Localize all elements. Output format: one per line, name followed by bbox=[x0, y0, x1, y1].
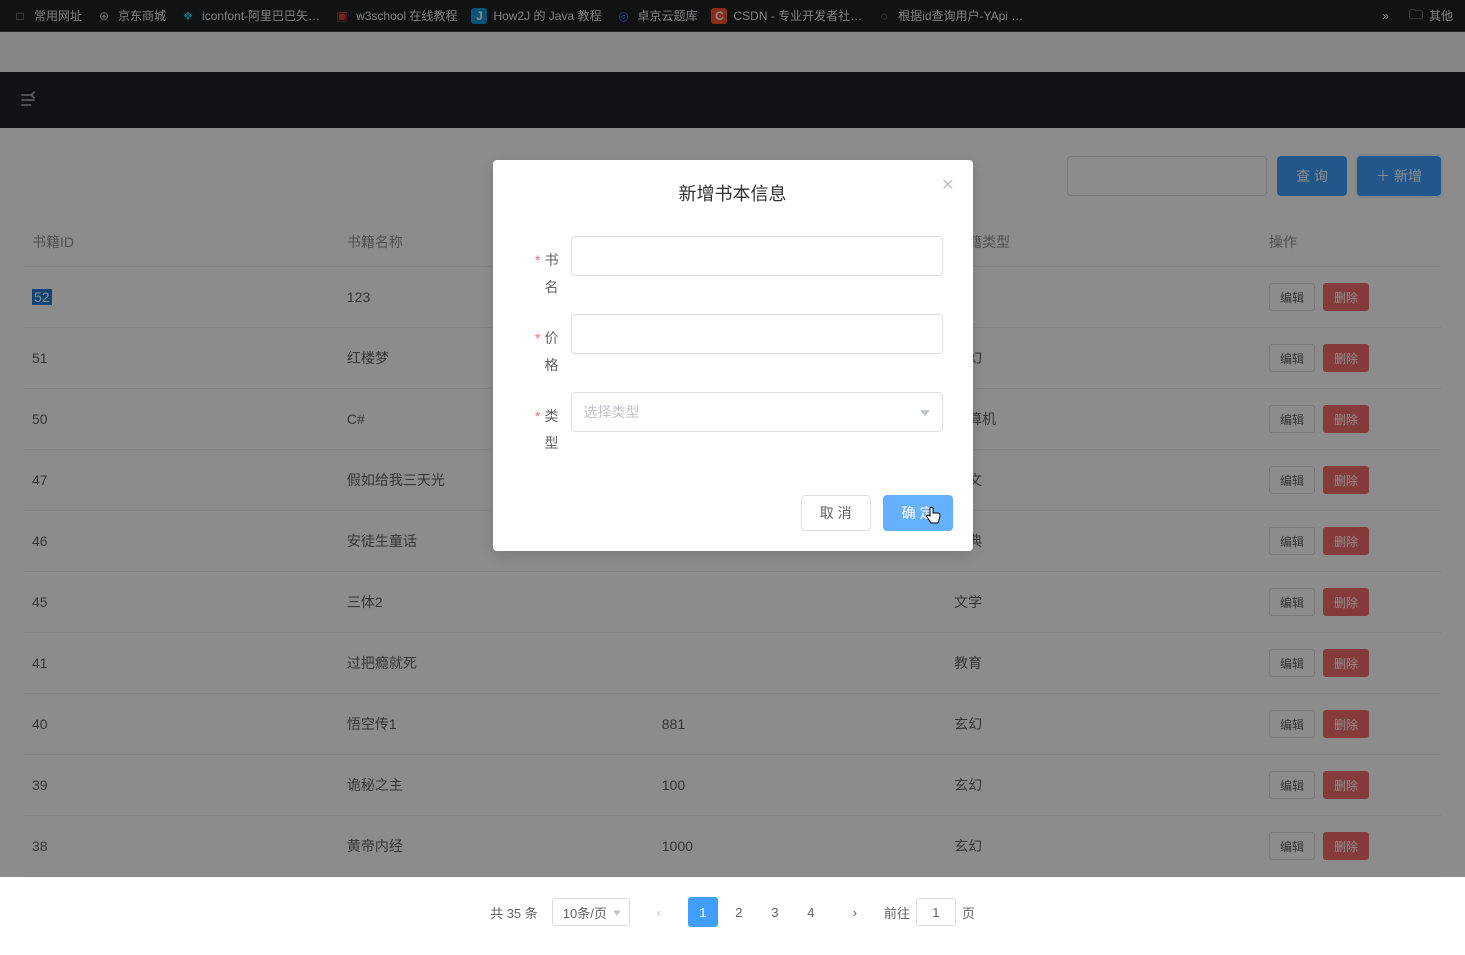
form-row-type: *类型 选择类型 bbox=[523, 392, 943, 456]
modal-confirm-label: 确 定 bbox=[902, 503, 934, 523]
pager-next[interactable]: › bbox=[840, 897, 870, 927]
modal-close-button[interactable]: ✕ bbox=[941, 178, 954, 194]
page-size-select[interactable]: 10条/页 bbox=[552, 898, 630, 926]
modal-header: 新增书本信息 ✕ bbox=[493, 160, 973, 216]
pagination: 共 35 条 10条/页 ‹ 1234 › 前往 页 bbox=[24, 877, 1441, 931]
modal-overlay[interactable]: 新增书本信息 ✕ *书名 *价格 *类型 bbox=[0, 0, 1465, 877]
pager-prev[interactable]: ‹ bbox=[644, 897, 674, 927]
pager-page[interactable]: 2 bbox=[724, 897, 754, 927]
pager-page[interactable]: 3 bbox=[760, 897, 790, 927]
modal-confirm-button[interactable]: 确 定 bbox=[883, 495, 953, 531]
goto-prefix: 前往 bbox=[884, 903, 910, 922]
book-type-placeholder: 选择类型 bbox=[584, 402, 640, 422]
modal-body: *书名 *价格 *类型 选择类型 bbox=[493, 216, 973, 481]
modal-cancel-label: 取 消 bbox=[820, 503, 852, 523]
form-row-price: *价格 bbox=[523, 314, 943, 378]
pager-page[interactable]: 1 bbox=[688, 897, 718, 927]
goto-page-input[interactable] bbox=[916, 898, 956, 926]
book-name-input[interactable] bbox=[571, 236, 943, 276]
close-icon: ✕ bbox=[941, 177, 954, 194]
pager-page[interactable]: 4 bbox=[796, 897, 826, 927]
add-book-modal: 新增书本信息 ✕ *书名 *价格 *类型 bbox=[493, 160, 973, 551]
modal-title: 新增书本信息 bbox=[679, 184, 787, 204]
form-label-name: *书名 bbox=[523, 236, 571, 300]
goto-suffix: 页 bbox=[962, 903, 975, 922]
pagination-total: 共 35 条 bbox=[490, 903, 538, 922]
form-label-price: *价格 bbox=[523, 314, 571, 378]
form-label-type: *类型 bbox=[523, 392, 571, 456]
form-row-name: *书名 bbox=[523, 236, 943, 300]
page-size-label: 10条/页 bbox=[563, 903, 607, 922]
book-type-select[interactable]: 选择类型 bbox=[571, 392, 943, 432]
book-price-input[interactable] bbox=[571, 314, 943, 354]
modal-cancel-button[interactable]: 取 消 bbox=[801, 495, 871, 531]
modal-footer: 取 消 确 定 bbox=[493, 481, 973, 551]
